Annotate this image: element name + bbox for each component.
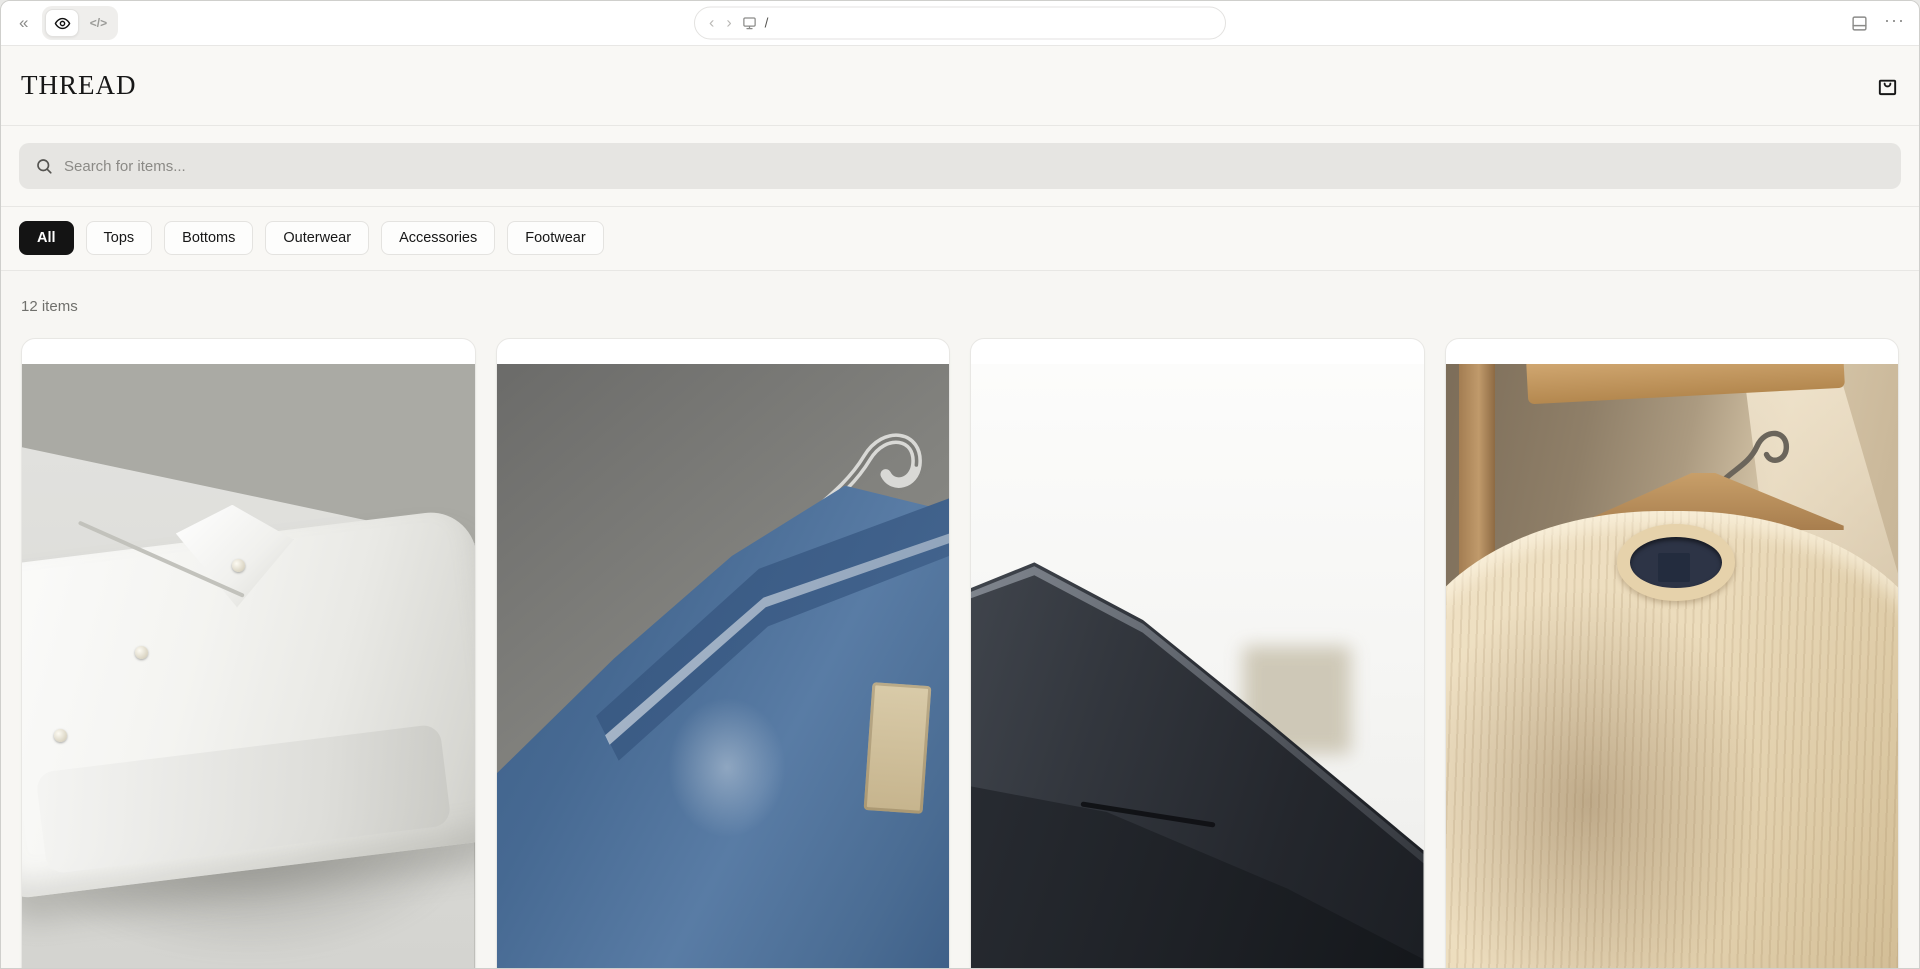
collapse-sidebar-button[interactable]: « [15,11,32,35]
category-filter-row: All Tops Bottoms Outerwear Accessories F… [1,207,1919,271]
view-toggle-group: </> [42,6,118,40]
product-card[interactable] [496,338,951,969]
forward-button[interactable]: › [724,15,733,31]
brand-logo: THREAD [21,70,137,101]
url-path: / [765,16,769,31]
cart-button[interactable] [1876,74,1899,97]
filter-chip-tops[interactable]: Tops [86,221,153,255]
filter-chip-outerwear[interactable]: Outerwear [265,221,369,255]
builder-toolbar: « </> ‹ › [1,1,1919,46]
product-card[interactable] [1445,338,1900,969]
preview-toggle-button[interactable] [45,9,79,37]
items-count-label: 12 items [21,298,1899,315]
code-icon: </> [90,16,107,30]
filter-chip-all[interactable]: All [19,221,74,255]
product-list-section: 12 items [1,298,1919,969]
search-section [1,126,1919,207]
store-header: THREAD [1,46,1919,126]
more-options-button[interactable]: ··· [1884,20,1905,27]
product-grid [21,338,1899,969]
shopping-bag-icon [1876,74,1899,97]
back-button[interactable]: ‹ [707,15,716,31]
toolbar-left-group: « </> [15,6,118,40]
panel-bottom-icon [1851,15,1868,32]
product-image-denim-jacket [497,364,950,969]
product-card[interactable] [970,338,1425,969]
toolbar-right-group: ··· [1851,15,1905,32]
code-toggle-button[interactable]: </> [81,9,115,37]
panel-bottom-toggle-button[interactable] [1851,15,1868,32]
filter-chip-bottoms[interactable]: Bottoms [164,221,253,255]
filter-chip-accessories[interactable]: Accessories [381,221,495,255]
product-image-black-trousers [971,364,1424,969]
search-icon [35,157,53,175]
eye-icon [54,15,71,32]
search-box[interactable] [19,143,1901,189]
product-card[interactable] [21,338,476,969]
product-image-white-linen-shirt [22,364,475,969]
filter-chip-footwear[interactable]: Footwear [507,221,603,255]
monitor-icon [742,16,757,31]
preview-address-bar[interactable]: ‹ › / [694,7,1226,40]
app-window: « </> ‹ › [0,0,1920,969]
product-image-cream-knit-sweater [1446,364,1899,969]
search-input[interactable] [64,158,1885,175]
